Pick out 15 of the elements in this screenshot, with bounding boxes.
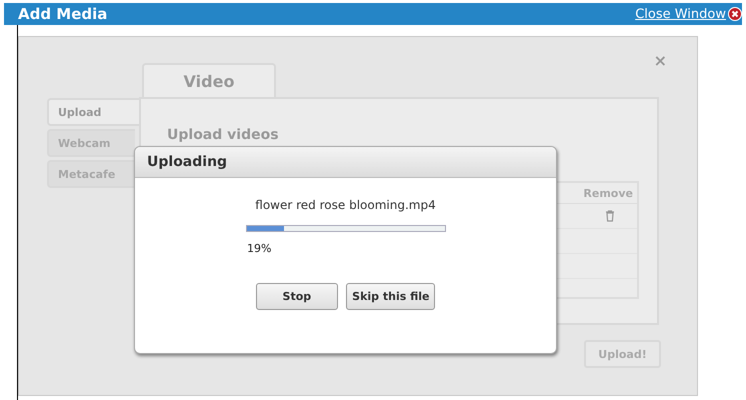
side-tab[interactable]: Upload bbox=[47, 98, 139, 126]
close-icon[interactable]: × bbox=[654, 51, 667, 70]
close-icon bbox=[728, 7, 742, 21]
file-name: flower red rose blooming.mp4 bbox=[255, 198, 436, 212]
stop-button[interactable]: Stop bbox=[256, 283, 338, 310]
video-tab[interactable]: Video bbox=[142, 63, 276, 97]
window-title: Add Media bbox=[18, 5, 108, 23]
progress-percent: 19% bbox=[247, 242, 272, 255]
dialog-title: Uploading bbox=[147, 154, 228, 170]
skip-button[interactable]: Skip this file bbox=[346, 283, 436, 310]
column-header: Remove bbox=[583, 186, 633, 200]
close-window-link[interactable]: Close Window bbox=[635, 6, 742, 22]
trash-icon[interactable] bbox=[605, 210, 615, 222]
upload-button[interactable]: Upload! bbox=[584, 340, 661, 368]
section-heading: Upload videos bbox=[167, 127, 280, 143]
